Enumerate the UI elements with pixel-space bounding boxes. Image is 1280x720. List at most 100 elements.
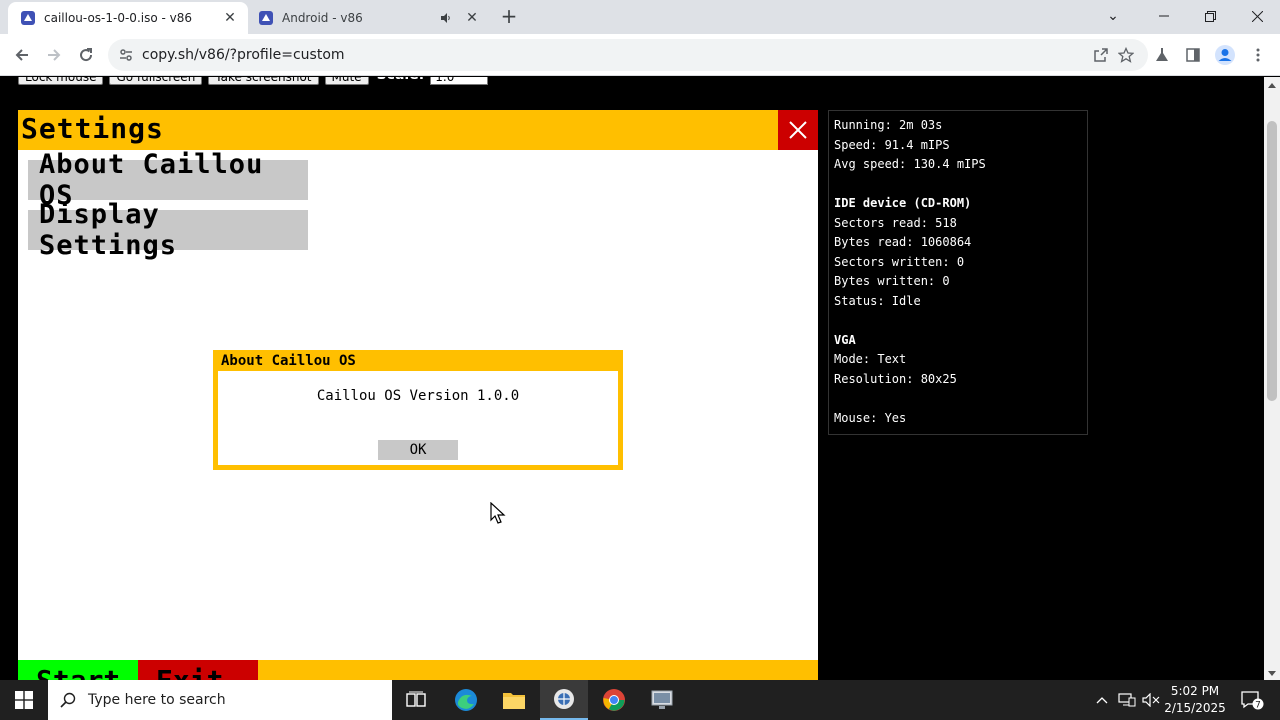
close-icon [789, 121, 807, 139]
taskbar-search-box[interactable]: Type here to search [48, 680, 392, 720]
vm-start-button[interactable]: Start [18, 660, 138, 680]
stat-speed: Speed: 91.4 mIPS [834, 137, 950, 152]
about-caillou-os-button[interactable]: About Caillou OS [28, 149, 308, 211]
stat-sectors-read: Sectors read: 518 [834, 215, 957, 230]
edge-icon [455, 689, 477, 711]
stat-bytes-written: Bytes written: 0 [834, 274, 950, 288]
url-text: copy.sh/v86/?profile=custom [142, 47, 345, 63]
stat-status: Status: Idle [834, 293, 921, 308]
chrome-icon [603, 689, 625, 711]
tab-title: caillou-os-1-0-0.iso - v86 [44, 11, 193, 25]
scroll-up-icon[interactable] [1268, 83, 1276, 88]
scroll-thumb[interactable] [1267, 121, 1277, 401]
scale-input[interactable]: 1.0 [430, 77, 489, 85]
windows-taskbar: Type here to search 5:02 PM 2/15/2025 7 [0, 680, 1280, 720]
file-explorer-taskbar-button[interactable] [490, 680, 538, 720]
page-scrollbar[interactable] [1264, 77, 1280, 680]
labs-flask-icon[interactable] [1151, 44, 1173, 66]
task-view-icon [406, 691, 426, 707]
browser-tab-bar: caillou-os-1-0-0.iso - v86 ✕ Android - v… [0, 0, 1280, 34]
back-button[interactable] [10, 43, 34, 67]
stat-spacer [834, 177, 1087, 197]
speaker-icon[interactable] [436, 8, 456, 28]
minimize-button[interactable] [1141, 0, 1187, 32]
edge-taskbar-button[interactable] [442, 680, 490, 720]
scroll-down-icon[interactable] [1268, 671, 1276, 676]
stat-bytes-read: Bytes read: 1060864 [834, 235, 972, 249]
screenshot-button[interactable]: Take screenshot [208, 77, 319, 85]
vm-window-titlebar: Settings [18, 110, 818, 150]
dialog-ok-button[interactable]: OK [378, 440, 458, 460]
chrome-taskbar-button[interactable] [590, 680, 638, 720]
bookmark-star-icon[interactable] [1115, 44, 1137, 66]
stat-resolution: Resolution: 80x25 [834, 371, 957, 386]
tab-caillou-os[interactable]: caillou-os-1-0-0.iso - v86 ✕ [8, 2, 248, 34]
vm-close-button[interactable] [778, 110, 818, 150]
vm-exit-button[interactable]: Exit [138, 660, 258, 680]
notification-center-button[interactable]: 7 [1236, 680, 1268, 720]
vm-window-title: Settings [21, 112, 164, 145]
lock-mouse-button[interactable]: Lock mouse [18, 77, 104, 85]
vm-start-label: Start [36, 664, 120, 680]
windows-start-button[interactable] [0, 680, 48, 720]
display-settings-button[interactable]: Display Settings [28, 199, 308, 261]
mute-button[interactable]: Mute [324, 77, 369, 85]
restore-button[interactable] [1187, 0, 1233, 32]
monitor-icon [651, 690, 673, 709]
vm-exit-label: Exit [156, 664, 223, 680]
scale-label: Scale: [377, 77, 425, 85]
clock-time: 5:02 PM [1170, 684, 1220, 698]
volume-muted-icon[interactable] [1140, 680, 1162, 720]
active-app-taskbar-button[interactable] [540, 680, 588, 720]
stat-running: Running: 2m 03s [834, 118, 943, 132]
vm-taskbar: Start Exit [18, 660, 818, 680]
side-panel-icon[interactable] [1182, 44, 1204, 66]
more-menu-icon[interactable] [1247, 44, 1269, 66]
app-globe-icon [554, 689, 574, 709]
taskbar-clock[interactable]: 5:02 PM 2/15/2025 [1160, 683, 1230, 717]
mouse-cursor-icon [490, 502, 506, 524]
tab-title: Android - v86 [282, 11, 363, 25]
share-icon[interactable] [1090, 44, 1112, 66]
stat-spacer [834, 313, 1087, 333]
tab-close-icon[interactable]: ✕ [462, 8, 482, 28]
reload-button[interactable] [74, 43, 98, 67]
stat-spacer [834, 391, 1087, 411]
task-view-button[interactable] [392, 680, 440, 720]
browser-toolbar: copy.sh/v86/?profile=custom [0, 34, 1280, 76]
remote-desktop-taskbar-button[interactable] [638, 680, 686, 720]
vm-screen[interactable]: Settings About Caillou OS Display Settin… [18, 110, 818, 680]
tab-close-icon[interactable]: ✕ [220, 8, 240, 28]
v86-favicon-icon [21, 11, 35, 25]
tab-android[interactable]: Android - v86 ✕ [250, 2, 490, 34]
stat-avg-speed: Avg speed: 130.4 mIPS [834, 157, 986, 171]
v86-favicon-icon [259, 11, 273, 25]
folder-icon [503, 693, 525, 709]
close-window-button[interactable] [1234, 0, 1280, 32]
new-tab-button[interactable]: + [498, 6, 520, 28]
clock-date: 2/15/2025 [1164, 701, 1226, 715]
forward-button[interactable] [42, 43, 66, 67]
stat-mouse: Mouse: Yes [834, 410, 907, 425]
search-icon [60, 692, 76, 708]
tray-overflow-icon[interactable] [1092, 680, 1112, 720]
fullscreen-button[interactable]: Go fullscreen [109, 77, 203, 85]
stat-mode: Mode: Text [834, 352, 907, 366]
network-icon[interactable] [1116, 680, 1138, 720]
dialog-message: Caillou OS Version 1.0.0 [316, 388, 520, 404]
stat-sectors-written: Sectors written: 0 [834, 254, 965, 269]
address-bar[interactable]: copy.sh/v86/?profile=custom [108, 39, 1148, 71]
profile-avatar-icon[interactable] [1214, 44, 1236, 66]
notification-count: 7 [1255, 701, 1261, 711]
notification-icon: 7 [1241, 691, 1264, 711]
stat-ide-heading: IDE device (CD-ROM) [834, 196, 972, 210]
windows-logo-icon [15, 691, 33, 709]
site-settings-icon[interactable] [118, 47, 134, 63]
page-content: Lock mouse Go fullscreen Take screenshot… [0, 77, 1264, 680]
tab-search-icon[interactable]: ⌄ [1090, 0, 1136, 32]
about-dialog: About Caillou OS Caillou OS Version 1.0.… [213, 350, 623, 470]
stat-vga-heading: VGA [834, 332, 856, 347]
dialog-body: Caillou OS Version 1.0.0 OK [218, 371, 618, 465]
emulator-stats-panel: Running: 2m 03s Speed: 91.4 mIPS Avg spe… [828, 110, 1088, 435]
dialog-title: About Caillou OS [221, 353, 356, 369]
